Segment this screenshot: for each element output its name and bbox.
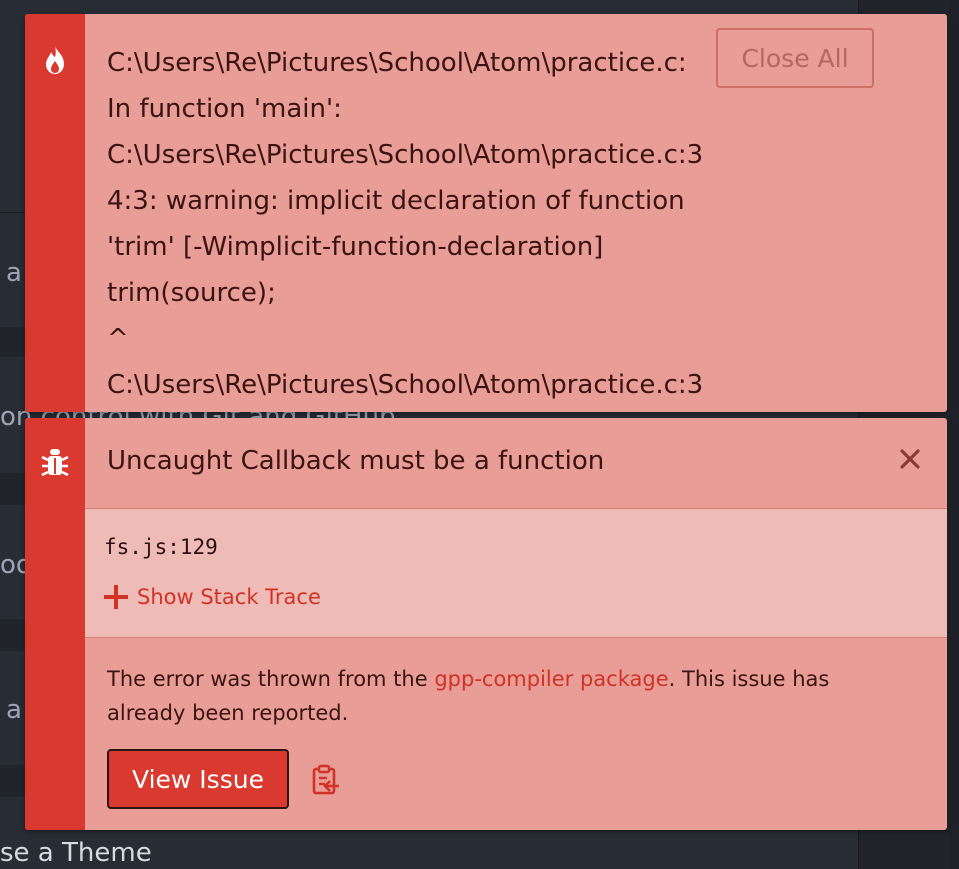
background-text: a [6,258,22,288]
error-location: fs.js:129 [104,535,218,559]
clipboard-copy-icon[interactable] [311,764,343,796]
close-icon[interactable] [895,444,925,474]
desc-prefix: The error was thrown from the [107,667,435,691]
view-issue-button[interactable]: View Issue [107,749,289,809]
error-detail-panel: fs.js:129 Show Stack Trace [85,508,947,638]
message-line: C:\Users\Re\Pictures\School\Atom\practic… [107,140,704,170]
message-line: C:\Users\Re\Pictures\School\Atom\practic… [107,48,687,78]
warning-message: C:\Users\Re\Pictures\School\Atom\practic… [107,40,707,408]
bug-icon [39,446,71,478]
stack-trace-label: Show Stack Trace [137,585,321,609]
message-line: In function 'main': [107,94,342,124]
notification-stripe [25,14,85,412]
close-all-button[interactable]: Close All [716,28,874,88]
show-stack-trace-link[interactable]: Show Stack Trace [104,585,321,609]
background-text: a [6,695,22,725]
error-title: Uncaught Callback must be a function [107,446,605,476]
compiler-warning-notification: C:\Users\Re\Pictures\School\Atom\practic… [25,14,947,412]
flame-icon [39,44,71,76]
uncaught-error-notification: Uncaught Callback must be a function fs.… [25,418,947,830]
message-line: 'trim' [-Wimplicit-function-declaration] [107,232,604,262]
notification-stripe [25,418,85,830]
scrollbar-track[interactable] [949,0,959,869]
background-text: se a Theme [0,838,152,868]
message-line: C:\Users\Re\Pictures\School\Atom\practic… [107,370,704,400]
message-line: 4:3: warning: implicit declaration of fu… [107,186,685,216]
error-description: The error was thrown from the gpp-compil… [107,662,867,730]
message-line: ^ [107,324,129,354]
plus-icon [104,585,128,609]
package-link[interactable]: gpp-compiler package [434,667,668,691]
message-line: trim(source); [107,278,276,308]
